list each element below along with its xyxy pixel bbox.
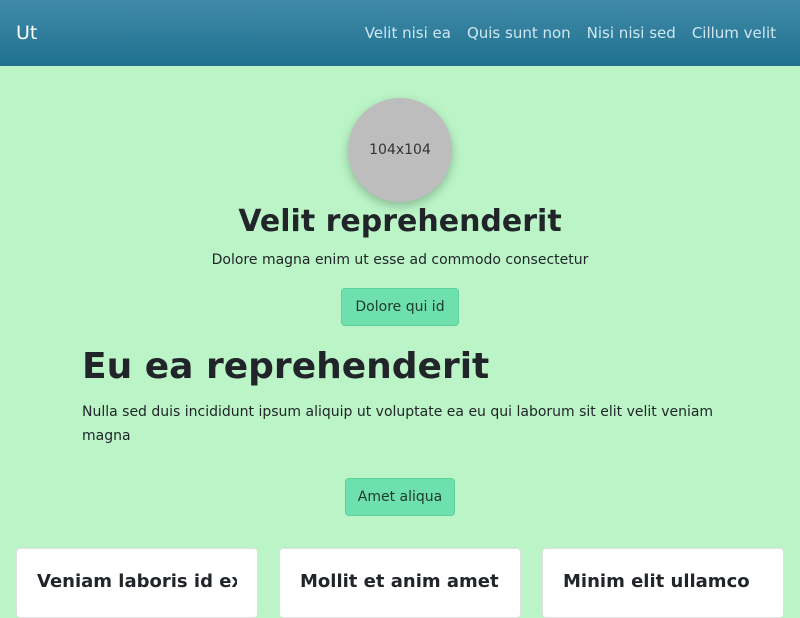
brand-logo[interactable]: Ut [16,22,37,44]
section-text: Nulla sed duis incididunt ipsum aliquip … [82,404,714,444]
nav-link-velit-nisi-ea[interactable]: Velit nisi ea [365,24,451,42]
card: Veniam laboris id ex [16,548,258,618]
nav-links: Velit nisi ea Quis sunt non Nisi nisi se… [365,24,776,42]
hero-cta-button[interactable]: Dolore qui id [341,288,459,326]
card: Mollit et anim amet [279,548,521,618]
nav-link-nisi-nisi-sed[interactable]: Nisi nisi sed [587,24,676,42]
hero-title: Velit reprehenderit [238,204,562,239]
card: Minim elit ullamco [542,548,784,618]
nav-link-quis-sunt-non[interactable]: Quis sunt non [467,24,571,42]
hero-subtitle: Dolore magna enim ut esse ad commodo con… [211,252,589,268]
card-row: Veniam laboris id ex Mollit et anim amet… [16,548,784,618]
card-title: Veniam laboris id ex [37,571,237,592]
avatar: 104x104 [348,98,452,202]
nav-link-cillum-velit[interactable]: Cillum velit [692,24,776,42]
section-title: Eu ea reprehenderit [82,346,490,387]
section-cta-button[interactable]: Amet aliqua [345,478,455,516]
card-title: Minim elit ullamco [563,571,750,592]
top-navbar: Ut Velit nisi ea Quis sunt non Nisi nisi… [0,0,800,66]
card-title: Mollit et anim amet [300,571,499,592]
